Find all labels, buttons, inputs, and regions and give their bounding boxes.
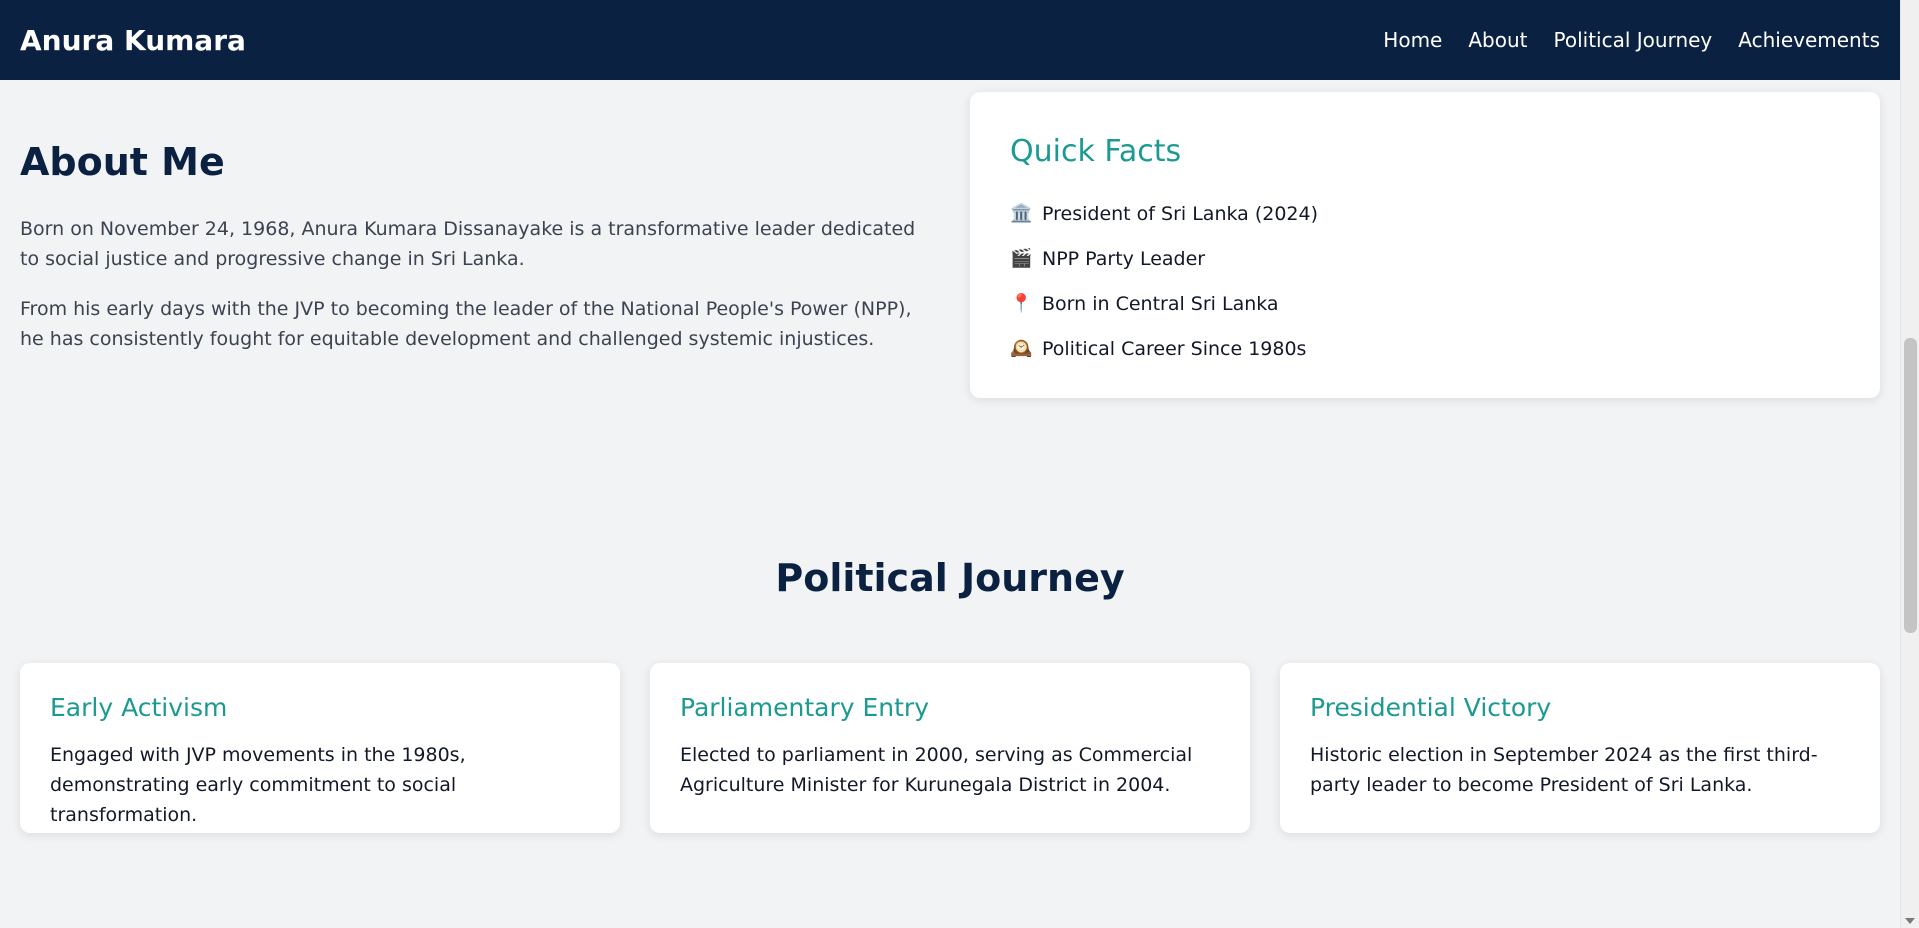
fact-item: 🕰️ Political Career Since 1980s xyxy=(1010,326,1840,371)
government-building-icon: 🏛️ xyxy=(1010,203,1033,224)
journey-cards: Early Activism Engaged with JVP movement… xyxy=(20,663,1880,833)
scroll-down-arrow-icon[interactable] xyxy=(1905,918,1915,924)
card-text: Elected to parliament in 2000, serving a… xyxy=(680,744,1193,796)
page: Anura Kumara Home About Political Journe… xyxy=(0,0,1900,928)
fact-item: 🏛️ President of Sri Lanka (2024) xyxy=(1010,191,1840,236)
card-text: Engaged with JVP movements in the 1980s,… xyxy=(50,744,466,826)
about-title: About Me xyxy=(20,140,225,184)
quick-facts-title: Quick Facts xyxy=(1010,134,1182,169)
card-text: Historic election in September 2024 as t… xyxy=(1310,744,1818,796)
card-title: Presidential Victory xyxy=(1310,693,1552,722)
card-title: Early Activism xyxy=(50,693,228,722)
main-nav: Home About Political Journey Achievement… xyxy=(1383,28,1880,52)
fact-item: 📍 Born in Central Sri Lanka xyxy=(1010,281,1840,326)
political-journey-title: Political Journey xyxy=(775,556,1125,600)
journey-card-presidential-victory: Presidential Victory Historic election i… xyxy=(1280,663,1880,833)
nav-political-journey-link[interactable]: Political Journey xyxy=(1554,28,1713,52)
journey-card-parliamentary-entry: Parliamentary Entry Elected to parliamen… xyxy=(650,663,1250,833)
about-paragraph: Born on November 24, 1968, Anura Kumara … xyxy=(20,218,916,270)
card-title: Parliamentary Entry xyxy=(680,693,929,722)
fact-text: Political Career Since 1980s xyxy=(1042,337,1307,360)
journey-card-early-activism: Early Activism Engaged with JVP movement… xyxy=(20,663,620,833)
fact-text: President of Sri Lanka (2024) xyxy=(1042,202,1319,225)
about-section: About Me Born on November 24, 1968, Anur… xyxy=(20,92,1880,398)
nav-home-link[interactable]: Home xyxy=(1383,28,1442,52)
fact-text: Born in Central Sri Lanka xyxy=(1042,292,1279,315)
nav-achievements-link[interactable]: Achievements xyxy=(1738,28,1880,52)
clock-icon: 🕰️ xyxy=(1010,338,1033,359)
clapperboard-icon: 🎬 xyxy=(1010,248,1033,269)
about-paragraph: From his early days with the JVP to beco… xyxy=(20,298,912,350)
quick-facts-card: Quick Facts 🏛️ President of Sri Lanka (2… xyxy=(970,92,1880,398)
fact-item: 🎬 NPP Party Leader xyxy=(1010,236,1840,281)
vertical-scrollbar[interactable] xyxy=(1900,0,1919,928)
pin-icon: 📍 xyxy=(1010,293,1033,314)
scrollbar-thumb[interactable] xyxy=(1904,338,1917,633)
fact-text: NPP Party Leader xyxy=(1042,247,1206,270)
top-navbar: Anura Kumara Home About Political Journe… xyxy=(0,0,1900,80)
site-brand[interactable]: Anura Kumara xyxy=(20,24,246,57)
nav-about-link[interactable]: About xyxy=(1468,28,1527,52)
